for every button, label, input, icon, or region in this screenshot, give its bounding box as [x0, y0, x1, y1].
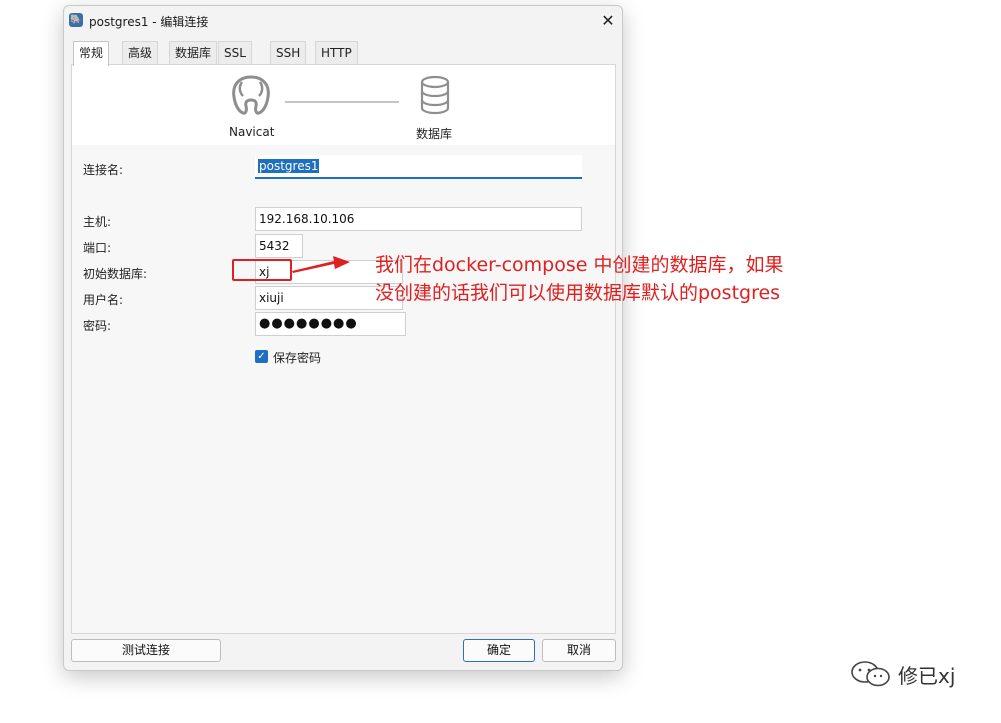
save-password-label: 保存密码 — [273, 351, 322, 365]
general-panel: Navicat 数据库 连接名: postgres1 主机: 端口: 初始数据库… — [71, 64, 616, 634]
connection-line — [285, 101, 399, 103]
tab-bar: 常规 高级 数据库 SSL SSH HTTP — [70, 41, 620, 66]
screenshot-stage: 🐘 postgres1 - 编辑连接 ✕ 常规 高级 数据库 SSL SSH H… — [0, 0, 1001, 723]
connection-name-label: 连接名: — [83, 163, 124, 177]
annotation-text: 我们在docker-compose 中创建的数据库，如果 没创建的话我们可以使用… — [375, 251, 784, 307]
save-password-checkbox[interactable]: ✓ — [255, 350, 268, 363]
connection-name-input[interactable]: postgres1 — [255, 155, 582, 179]
host-label: 主机: — [83, 215, 112, 229]
annotation-line-2: 没创建的话我们可以使用数据库默认的postgres — [375, 282, 781, 304]
tab-database[interactable]: 数据库 — [169, 41, 218, 65]
initial-database-label: 初始数据库: — [83, 267, 148, 281]
arrow-icon — [292, 256, 350, 273]
wechat-icon — [851, 661, 890, 687]
close-button[interactable]: ✕ — [597, 10, 619, 32]
highlight-box — [232, 259, 292, 281]
port-label: 端口: — [83, 241, 112, 255]
ok-button[interactable]: 确定 — [463, 639, 535, 662]
navicat-label: Navicat — [229, 125, 275, 139]
window-title: postgres1 - 编辑连接 — [89, 15, 209, 29]
username-label: 用户名: — [83, 293, 124, 307]
password-label: 密码: — [83, 319, 112, 333]
cancel-button[interactable]: 取消 — [542, 639, 616, 662]
watermark-text: 修已xj — [898, 664, 956, 688]
connection-name-value: postgres1 — [258, 159, 320, 173]
title-bar: 🐘 postgres1 - 编辑连接 ✕ — [64, 6, 622, 36]
password-input[interactable]: ●●●●●●●● — [255, 312, 406, 336]
elephant-icon: 🐘 — [69, 13, 83, 27]
tab-ssl[interactable]: SSL — [218, 41, 252, 65]
tab-general[interactable]: 常规 — [73, 41, 110, 66]
tab-advanced[interactable]: 高级 — [122, 41, 159, 65]
tab-ssh[interactable]: SSH — [270, 41, 307, 65]
database-label: 数据库 — [416, 127, 453, 141]
navicat-logo-icon — [232, 75, 270, 115]
host-input[interactable] — [255, 207, 582, 231]
tab-http[interactable]: HTTP — [315, 41, 358, 65]
database-icon — [420, 75, 450, 115]
connection-diagram: Navicat 数据库 — [72, 65, 615, 145]
annotation-line-1: 我们在docker-compose 中创建的数据库，如果 — [375, 254, 784, 276]
edit-connection-dialog: 🐘 postgres1 - 编辑连接 ✕ 常规 高级 数据库 SSL SSH H… — [63, 5, 623, 671]
test-connection-button[interactable]: 测试连接 — [71, 639, 221, 662]
